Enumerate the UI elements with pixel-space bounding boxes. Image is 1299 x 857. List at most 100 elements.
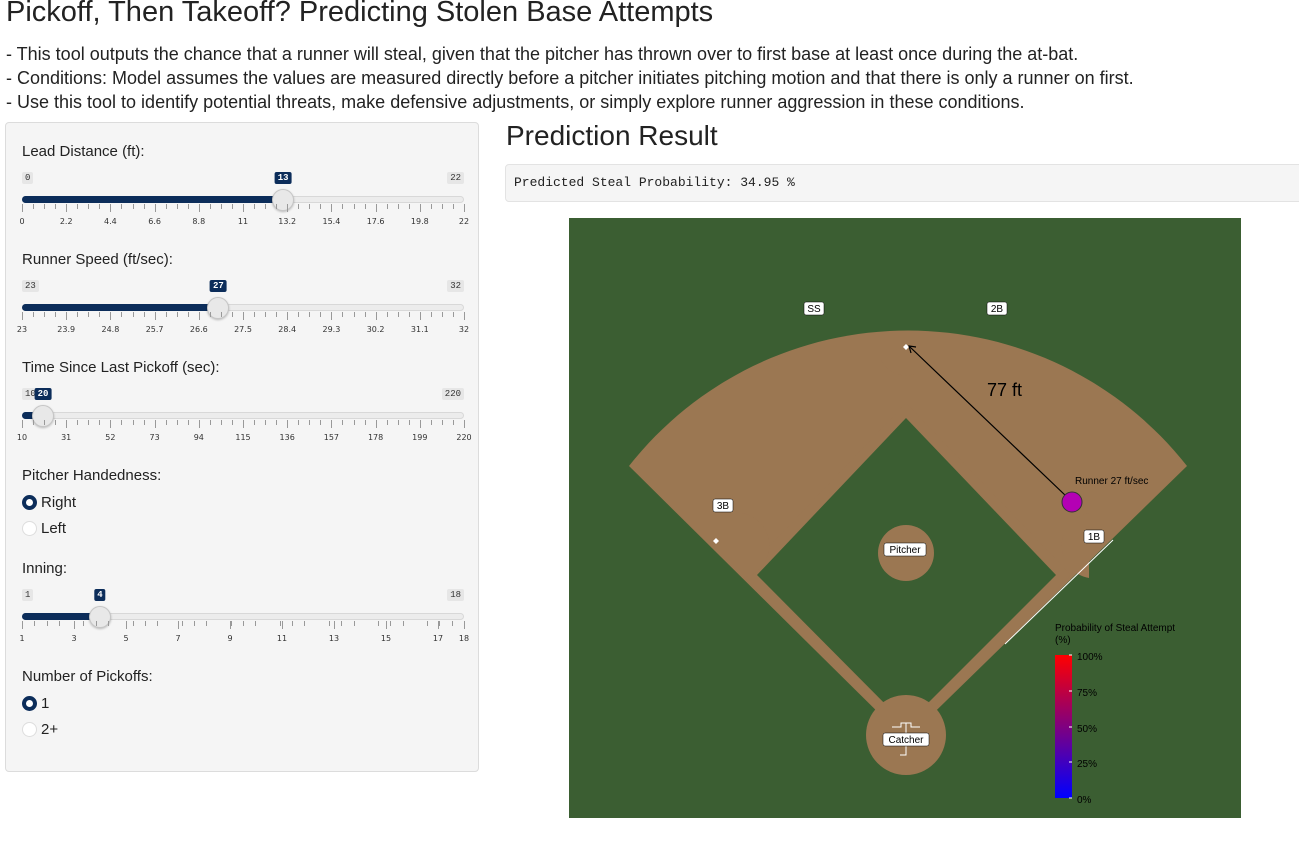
radio-button[interactable] [22, 696, 37, 711]
slider-minor-tick [353, 204, 355, 209]
radio-button[interactable] [22, 521, 37, 536]
slider-minor-tick [95, 621, 97, 626]
slider-minor-tick [181, 621, 183, 626]
slider-grid-label: 52 [105, 433, 116, 442]
catcher-label: Catcher [882, 732, 930, 747]
slider-grid-label: 7 [175, 634, 181, 643]
radio-label: Right [41, 494, 77, 511]
slider-minor-tick [441, 204, 443, 209]
lead-distance-label: 77 ft [987, 380, 1022, 400]
slider-minor-tick [77, 204, 79, 209]
slider-grid-label: 31.1 [410, 325, 429, 334]
slider-tick [419, 204, 421, 212]
slider-grid-label: 19.8 [410, 217, 429, 226]
radio-label: 1 [41, 695, 50, 712]
slider-minor-tick [230, 621, 232, 626]
slider-minor-tick [255, 621, 257, 626]
slider-minor-tick [353, 621, 355, 626]
slider-max: 32 [447, 280, 464, 292]
slider-minor-tick [132, 204, 134, 209]
slider-tick [154, 312, 156, 320]
radio-pickoffs-1[interactable]: 1 [22, 695, 49, 712]
slider-minor-tick [176, 312, 178, 317]
slider-tick [243, 420, 244, 428]
slider-grid-label: 31 [61, 433, 72, 442]
slider-minor-tick [77, 420, 79, 425]
slider-tick [386, 621, 387, 629]
slider-grid-label: 9 [227, 634, 233, 643]
slider-grid-label: 23 [16, 325, 28, 334]
slider-tick [287, 204, 289, 212]
slider-minor-tick [397, 204, 399, 209]
description-line: - This tool outputs the chance that a ru… [6, 44, 1079, 64]
radio-left[interactable]: Left [22, 520, 66, 537]
slider-grid-label: 17 [432, 634, 444, 643]
slider-minor-tick [143, 420, 145, 425]
slider-minor-tick [121, 204, 123, 209]
runner-speed-slider[interactable]: 23 32 27 23 23.9 24.8 25.7 26.6 27.5 28.4 29.3 3… [17, 280, 469, 350]
slider-grid: 0 2.2 4.4 6.6 8.8 11 13.2 15.4 17.6 19.8 22 [19, 217, 469, 229]
slider-tick [331, 420, 333, 428]
slider-minor-tick [165, 312, 167, 317]
slider-minor-tick [439, 621, 441, 626]
slider-minor-tick [408, 312, 410, 317]
lead-distance-label: Lead Distance (ft): [22, 143, 145, 160]
slider-grid-label: 22 [458, 217, 470, 226]
slider-minor-tick [441, 312, 443, 317]
slider-minor-tick [397, 312, 399, 317]
inning-slider[interactable]: 1 18 4 1 3 5 7 9 11 13 15 17 18 [19, 589, 469, 659]
slider-minor-tick [55, 204, 57, 209]
slider-min: 1 [22, 589, 34, 601]
slider-tick [419, 312, 421, 320]
slider-tick [334, 621, 335, 629]
radio-button[interactable] [22, 722, 37, 737]
slider-minor-tick [298, 420, 300, 425]
slider-minor-tick [304, 621, 306, 626]
slider-fill [22, 304, 219, 311]
slider-minor-tick [231, 204, 233, 209]
slider-tick [110, 312, 112, 320]
pitcher-label: Pitcher [883, 542, 927, 557]
slider-minor-tick [430, 204, 432, 209]
slider-tick [375, 204, 377, 212]
slider-max: 22 [447, 172, 464, 184]
page-title: Pickoff, Then Takeoff? Predicting Stolen… [6, 0, 714, 28]
slider-minor-tick [430, 312, 432, 317]
slider-tick [331, 204, 333, 212]
slider-minor-tick [157, 621, 159, 626]
slider-minor-tick [55, 312, 57, 317]
slider-minor-tick [386, 204, 388, 209]
slider-minor-tick [320, 420, 322, 425]
slider-grid-label: 136 [279, 433, 295, 442]
slider-tick [66, 420, 68, 428]
slider-ticks [22, 204, 465, 214]
radio-label: 2+ [41, 721, 59, 738]
slider-minor-tick [386, 420, 388, 425]
radio-pickoffs-2plus[interactable]: 2+ [22, 721, 58, 738]
second-base-label: 2B [986, 301, 1008, 316]
slider-minor-tick [292, 621, 294, 626]
radio-button[interactable] [22, 495, 37, 510]
legend-tick-label: 0% [1077, 795, 1092, 806]
slider-tick [331, 312, 333, 320]
number-of-pickoffs-label: Number of Pickoffs: [22, 668, 153, 685]
slider-minor-tick [364, 312, 366, 317]
slider-tick [22, 204, 23, 212]
slider-tick [198, 312, 200, 320]
slider-minor-tick [33, 312, 35, 317]
lead-distance-slider[interactable]: 0 22 13 0 2.2 4.4 6.6 8.8 11 13.2 15.4 17.6 19.8 2… [19, 172, 469, 242]
slider-grid: 23 23.9 24.8 25.7 26.6 27.5 28.4 29.3 30.2 31.1 32 [17, 325, 469, 337]
slider-minor-tick [187, 420, 189, 425]
slider-value: 27 [210, 280, 227, 292]
slider-track[interactable] [22, 412, 464, 419]
slider-min: 23 [22, 280, 39, 292]
slider-grid: 10 31 52 73 94 115 136 157 178 199 220 [17, 433, 472, 445]
slider-grid-label: 0 [19, 217, 25, 226]
time-since-pickoff-slider[interactable]: 10 220 20 10 31 52 73 94 115 136 157 178 199 220 [17, 388, 472, 458]
slider-minor-tick [353, 420, 355, 425]
slider-minor-tick [452, 420, 454, 425]
radio-right[interactable]: Right [22, 494, 76, 511]
slider-grid-label: 13.2 [278, 217, 297, 226]
slider-minor-tick [298, 312, 300, 317]
slider-grid: 1 3 5 7 9 11 13 15 17 18 [19, 634, 469, 646]
